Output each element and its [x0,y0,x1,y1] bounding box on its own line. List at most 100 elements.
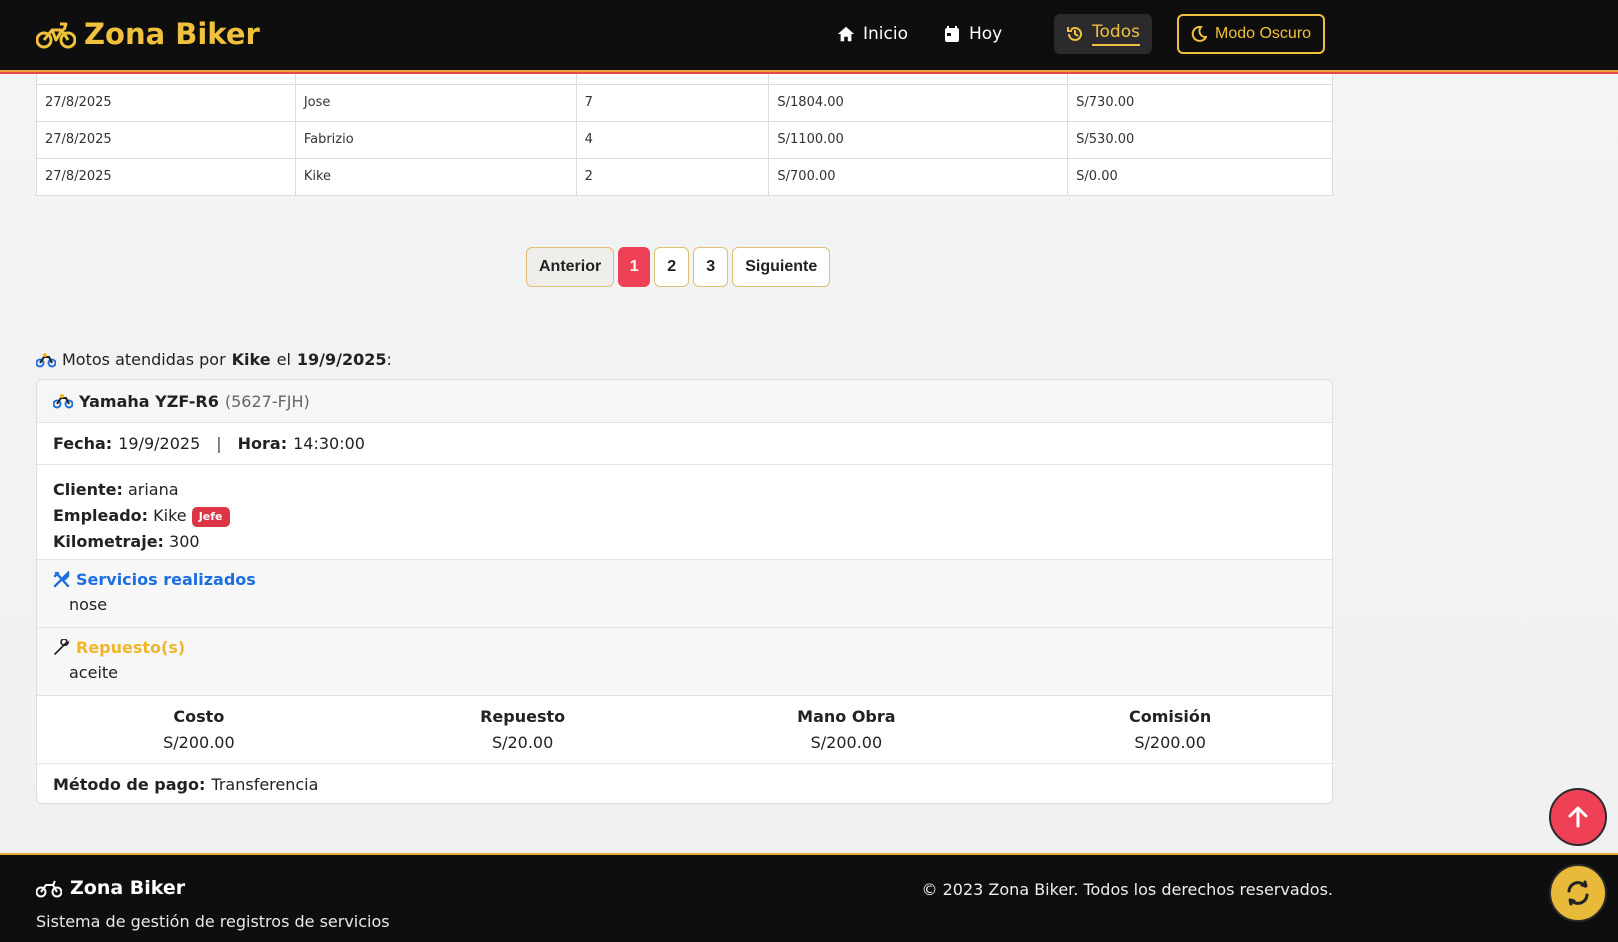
role-badge: Jefe [191,506,230,527]
table-cell: Fabrizio [294,120,577,159]
moon-icon [1191,26,1207,42]
refresh-icon [1567,880,1589,906]
nav-todos[interactable]: Todos [1054,14,1152,54]
motos-date: 19/9/2025 [296,350,387,369]
services-block: Servicios realizados nose [37,560,1332,628]
history-icon [1067,26,1082,41]
cost-value: S/200.00 [163,732,235,752]
cost-repuesto: Repuesto S/20.00 [361,704,685,756]
date-time-row: Fecha: 19/9/2025 | Hora: 14:30:00 [37,423,1332,465]
nav-inicio[interactable]: Inicio [825,14,920,54]
parts-text: aceite [69,663,119,682]
nav-inicio-label: Inicio [863,24,908,44]
hora-label: Hora: [237,434,288,453]
refresh-button[interactable] [1549,864,1607,922]
navbar: Zona Biker Inicio Hoy Todos Modo Oscuro [0,0,1618,72]
dark-mode-button[interactable]: Modo Oscuro [1177,14,1326,54]
cliente-value: ariana [127,480,179,499]
wrench-icon [54,639,70,655]
brand-logo[interactable]: Zona Biker [36,14,260,54]
cost-comision: Comisión S/200.00 [1008,704,1332,756]
cost-costo: Costo S/200.00 [37,704,361,756]
cost-mano-obra: Mano Obra S/200.00 [685,704,1009,756]
brand-title: Zona Biker [84,17,260,51]
cost-value: S/200.00 [1134,732,1206,752]
table-cell: 27/8/2025 [36,120,296,159]
empleado-value: Kike [153,506,187,525]
nav-hoy-label: Hoy [969,24,1003,44]
motos-title-prefix: Motos atendidas por [62,350,226,369]
table-cell: Kike [294,157,577,196]
nav-todos-label: Todos [1092,22,1140,46]
hora-value: 14:30:00 [293,434,365,453]
moto-model: Yamaha YZF-R6 [79,391,219,411]
km-value: 300 [169,532,200,551]
table-cell: S/700.00 [768,157,1069,196]
cost-value: S/200.00 [810,732,883,752]
card-header: Yamaha YZF-R6 (5627-FJH) [37,380,1332,423]
table-row: 27/8/2025 Kike 2 S/700.00 S/0.00 [36,157,1333,196]
motorcycle-icon [36,22,76,49]
table-row: 27/8/2025 Fabrizio 4 S/1100.00 S/530.00 [36,120,1333,159]
empleado-label: Empleado: [53,506,149,525]
client-info: Cliente: ariana Empleado: Kike Jefe Kilo… [37,465,1332,560]
motorcycle-icon [53,394,73,409]
table-cell: S/0.00 [1067,157,1333,196]
pagination-prev-button[interactable]: Anterior [526,247,615,287]
pagination-page-3[interactable]: 3 [693,247,729,287]
table-row [36,72,1333,85]
pagination-page-1[interactable]: 1 [618,247,651,287]
motos-section-title: Motos atendidas por Kike el 19/9/2025 : [36,350,392,369]
moto-plate: (5627-FJH) [224,391,310,411]
table-cell: 27/8/2025 [36,157,296,196]
table-cell: S/730.00 [1067,83,1333,122]
tools-icon [53,571,70,588]
records-table: 27/8/2025 Jose 7 S/1804.00 S/730.00 27/8… [36,72,1333,196]
parts-block: Repuesto(s) aceite [37,628,1332,696]
motos-connector: el [276,350,291,369]
table-cell: 4 [575,120,770,159]
home-icon [837,26,855,42]
table-cell: 7 [575,83,770,122]
pagination: Anterior 1 2 3 Siguiente [526,247,831,287]
separator: | [216,434,222,453]
table-cell: 2 [575,157,770,196]
table-cell: S/530.00 [1067,120,1333,159]
motos-title-suffix: : [386,350,392,369]
footer: Zona Biker Sistema de gestión de registr… [0,853,1618,942]
services-title: Servicios realizados [76,570,256,589]
cost-label: Comisión [1128,706,1212,726]
nav-hoy[interactable]: Hoy [931,14,1014,54]
payment-row: Método de pago: Transferencia [37,764,1332,803]
scroll-top-button[interactable] [1549,788,1607,846]
cost-value: S/20.00 [491,732,554,752]
payment-label: Método de pago: [53,775,206,794]
cost-label: Repuesto [480,706,566,726]
table-cell: Jose [294,83,577,122]
cost-label: Costo [173,706,225,726]
fecha-value: 19/9/2025 [118,434,201,453]
cliente-label: Cliente: [53,480,123,499]
cost-label: Mano Obra [797,706,896,726]
payment-value: Transferencia [211,775,319,794]
calendar-icon [945,26,959,42]
km-label: Kilometraje: [53,532,164,551]
footer-brand: Zona Biker [36,877,185,899]
table-cell: 27/8/2025 [36,83,296,122]
motorcycle-icon [36,880,62,898]
parts-title: Repuesto(s) [76,638,186,657]
services-text: nose [69,595,108,614]
costs-row: Costo S/200.00 Repuesto S/20.00 Mano Obr… [37,696,1332,764]
pagination-page-2[interactable]: 2 [654,247,690,287]
dark-mode-label: Modo Oscuro [1215,25,1312,42]
table-cell: S/1804.00 [768,83,1069,122]
table-row: 27/8/2025 Jose 7 S/1804.00 S/730.00 [36,83,1333,122]
footer-brand-title: Zona Biker [70,877,186,899]
motos-employee: Kike [231,350,271,369]
footer-subtitle: Sistema de gestión de registros de servi… [36,912,390,931]
fecha-label: Fecha: [53,434,113,453]
arrow-up-icon [1568,806,1588,828]
service-card: Yamaha YZF-R6 (5627-FJH) Fecha: 19/9/202… [36,379,1333,804]
pagination-next-button[interactable]: Siguiente [732,247,831,287]
motorcycle-icon [36,352,56,367]
